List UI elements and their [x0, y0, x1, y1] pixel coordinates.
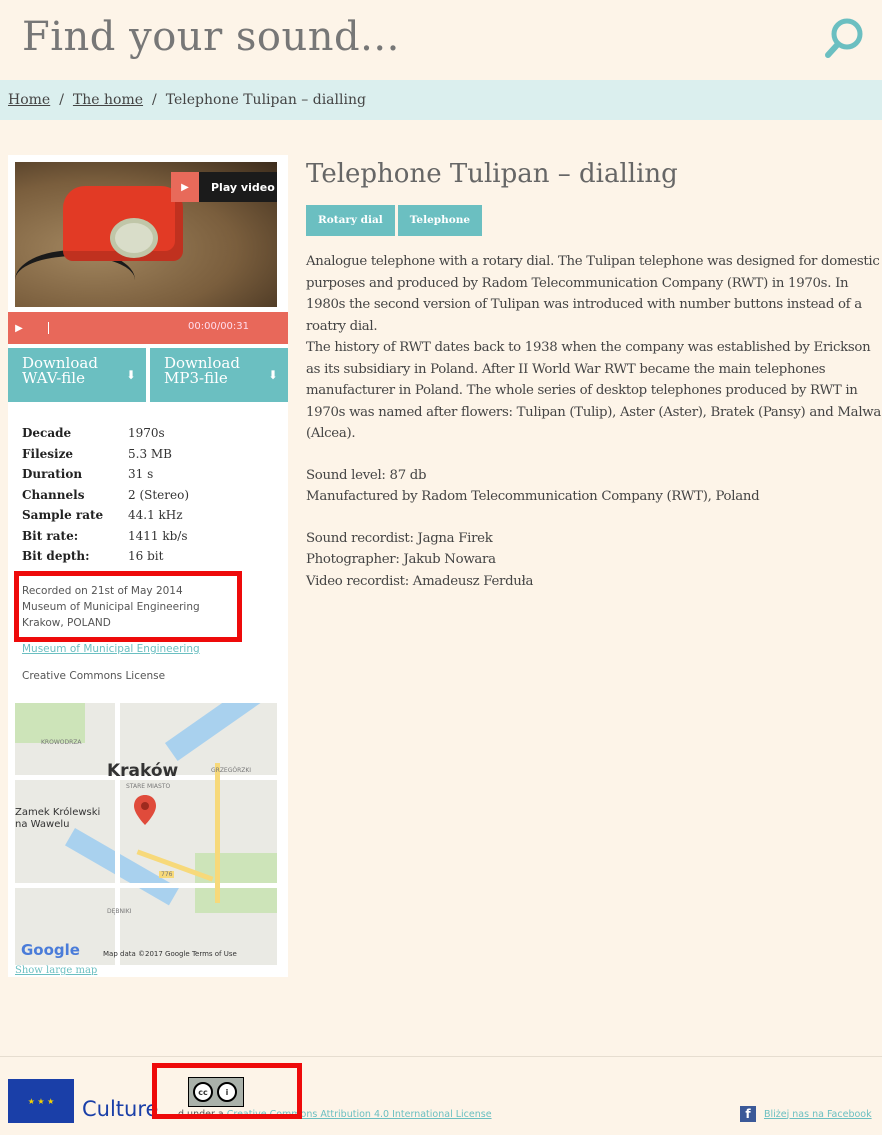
show-larger-map-link[interactable]: Show large map [15, 965, 97, 976]
download-wav-button[interactable]: Download WAV-file ⬇ [8, 348, 146, 402]
map-city-label: Kraków [107, 761, 179, 781]
play-video-label: Play video [211, 180, 275, 194]
metadata-row: Bit rate: 1411 kb/s [22, 526, 189, 547]
audio-time: 00:00/00:31 [188, 321, 250, 332]
audio-progress-track[interactable] [48, 322, 188, 334]
header: Find your sound... [0, 0, 882, 80]
map-attribution: Map data ©2017 Google Terms of Use [103, 950, 237, 958]
download-buttons: Download WAV-file ⬇ Download MP3-file ⬇ [8, 348, 288, 402]
facebook-link[interactable]: Bliżej nas na Facebook [764, 1109, 872, 1120]
map-small-label: DĘBNIKI [107, 908, 132, 915]
tag-rotary-dial[interactable]: Rotary dial [306, 205, 395, 236]
map-park [15, 703, 85, 743]
play-video-button[interactable]: ▶ Play video [171, 172, 277, 202]
breadcrumb-home[interactable]: Home [8, 92, 50, 108]
audio-player: ▶ 00:00/00:31 [8, 312, 288, 344]
breadcrumb-the-home[interactable]: The home [73, 92, 143, 108]
metadata-key: Bit depth: [22, 549, 90, 563]
description: Analogue telephone with a rotary dial. T… [306, 251, 881, 592]
metadata-key: Duration [22, 467, 83, 481]
breadcrumb-separator: / [152, 92, 157, 108]
map-road [15, 883, 277, 888]
footer: ★ ★ ★ Culture cc i d under a Creative Co… [0, 1056, 882, 1135]
recording-info: Recorded on 21st of May 2014 Museum of M… [22, 583, 252, 631]
map-castle-label: Zamek Królewski na Wawelu [15, 807, 101, 830]
search-icon[interactable] [822, 16, 868, 62]
page-title: Telephone Tulipan – dialling [306, 159, 678, 189]
map-river [165, 703, 277, 762]
culture-logo-text: Culture [82, 1097, 159, 1121]
sidebar: ▶ Play video ▶ 00:00/00:31 Download WAV-… [8, 155, 288, 977]
breadcrumb: Home / The home / Telephone Tulipan – di… [0, 80, 882, 120]
metadata-key: Filesize [22, 446, 74, 461]
footer-license-link[interactable]: Creative Commons Attribution 4.0 Interna… [227, 1109, 492, 1120]
metadata-value: 1970s [128, 426, 165, 440]
download-arrow-icon: ⬇ [125, 368, 136, 382]
eu-flag-logo: ★ ★ ★ [8, 1079, 74, 1123]
breadcrumb-current: Telephone Tulipan – dialling [165, 92, 366, 108]
breadcrumb-separator: / [59, 92, 64, 108]
cc-license-badge[interactable]: cc i [188, 1077, 244, 1107]
map-small-label: GRZEGÓRZKI [211, 767, 252, 774]
footer-license-prefix: d under a [178, 1109, 224, 1120]
tag-list: Rotary dial Telephone [306, 205, 882, 236]
main-content: Telephone Tulipan – dialling Rotary dial… [306, 155, 882, 592]
audio-play-icon[interactable]: ▶ [8, 323, 30, 334]
credits-paragraph: Sound recordist: Jagna Firek Photographe… [306, 530, 534, 589]
map-small-label: STARE MIASTO [126, 783, 171, 790]
location-map[interactable]: KROWODRZA GRZEGÓRZKI STARE MIASTO DĘBNIK… [15, 703, 277, 965]
metadata-row: Channels 2 (Stereo) [22, 485, 189, 506]
map-river [65, 828, 179, 906]
metadata-value: 1411 kb/s [128, 528, 188, 543]
map-pin-icon[interactable] [134, 795, 156, 825]
metadata-value: 2 (Stereo) [128, 487, 190, 502]
recording-venue: Museum of Municipal Engineering [22, 601, 200, 613]
metadata-value: 16 bit [128, 549, 164, 563]
description-paragraph: Analogue telephone with a rotary dial. T… [306, 254, 881, 441]
google-logo: Google [21, 941, 80, 959]
recording-date: Recorded on 21st of May 2014 [22, 585, 183, 597]
metadata-key: Bit rate: [22, 528, 79, 543]
play-icon: ▶ [171, 172, 199, 202]
metadata-row: Bit depth: 16 bit [22, 546, 189, 567]
map-road [115, 703, 120, 965]
metadata-key: Sample rate [22, 508, 104, 522]
facebook-icon: f [740, 1106, 756, 1122]
sound-level-paragraph: Sound level: 87 db Manufactured by Radom… [306, 467, 760, 505]
museum-link[interactable]: Museum of Municipal Engineering [22, 643, 200, 655]
metadata-value: 5.3 MB [128, 446, 173, 461]
map-small-label: KROWODRZA [41, 739, 82, 746]
metadata-value: 31 s [128, 467, 154, 481]
metadata-value: 44.1 kHz [128, 508, 183, 522]
metadata-row: Decade 1970s [22, 423, 189, 444]
cc-icon: cc [193, 1082, 213, 1102]
metadata-key: Decade [22, 426, 72, 440]
download-mp3-button[interactable]: Download MP3-file ⬇ [150, 348, 288, 402]
metadata-row: Duration 31 s [22, 464, 189, 485]
license-label: Creative Commons License [22, 670, 166, 682]
recording-location: Krakow, POLAND [22, 617, 111, 629]
map-road [215, 763, 220, 903]
download-arrow-icon: ⬇ [267, 368, 278, 382]
footer-license-text: d under a Creative Commons Attribution 4… [178, 1109, 492, 1120]
attribution-icon: i [217, 1082, 237, 1102]
site-title: Find your sound... [22, 14, 400, 60]
tag-telephone[interactable]: Telephone [397, 205, 483, 236]
facebook-link-group[interactable]: f Bliżej nas na Facebook [740, 1106, 872, 1122]
metadata-key: Channels [22, 487, 85, 502]
metadata-table: Decade 1970s Filesize 5.3 MB Duration 31… [22, 423, 189, 567]
map-road-number: 776 [159, 871, 175, 878]
metadata-row: Sample rate 44.1 kHz [22, 505, 189, 526]
rotary-dial-image [110, 218, 158, 258]
metadata-row: Filesize 5.3 MB [22, 444, 189, 465]
video-thumbnail[interactable]: ▶ Play video [15, 162, 277, 307]
